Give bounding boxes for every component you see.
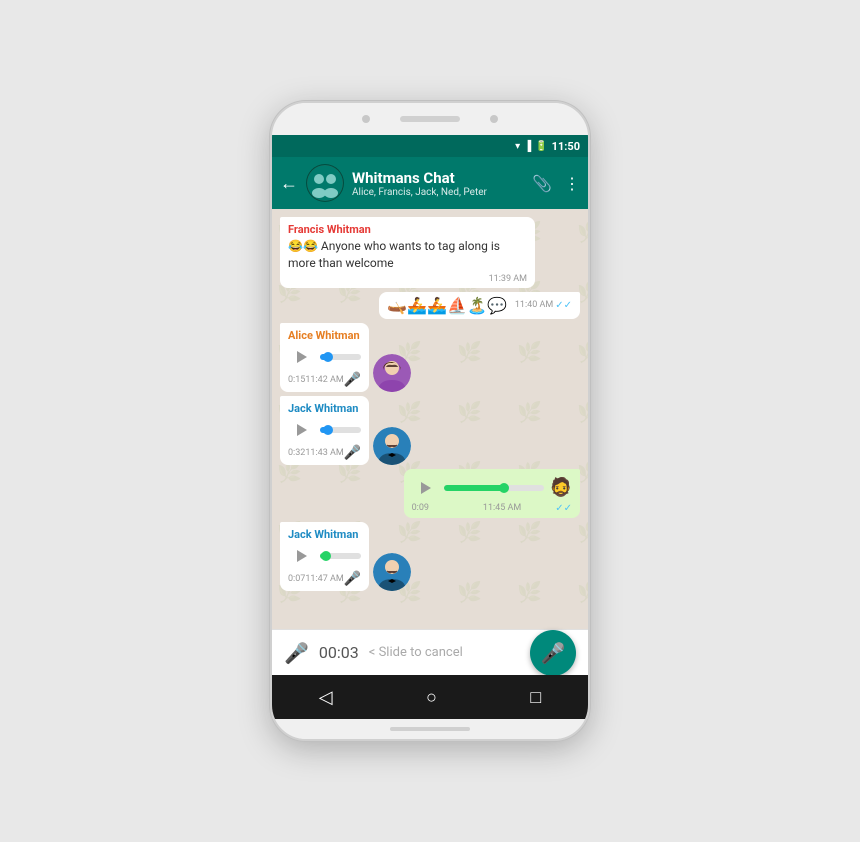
alice-dot [323,352,333,362]
chat-header: ← Whitmans Chat Alice, Francis, Jack, Ne… [272,157,588,209]
jack-avatar-1 [373,427,411,465]
phone-camera-2 [490,115,498,123]
recording-time: 00:03 [319,643,359,662]
signal-icon: ▐ [524,141,531,152]
jack-audio-message-2: Jack Whitman 0:07 11:47 AM 🎤 [280,522,411,591]
sent-audio-bubble: 🧔 0:09 11:45 AM ✓✓ [404,469,580,518]
jack-waveform-2 [320,553,361,559]
phone-speaker [400,116,460,122]
jack-duration-2: 0:07 [288,574,305,584]
jack-audio-bubble-2: Jack Whitman 0:07 11:47 AM 🎤 [280,522,369,591]
sent-time: 11:45 AM [483,503,521,513]
sent-avatar-emoji: 🧔 [550,477,572,498]
jack-audio-row-2 [288,543,361,569]
alice-time: 11:42 AM [305,375,343,385]
chat-subtitle: Alice, Francis, Jack, Ned, Peter [352,187,524,198]
jack-audio-message-1: Jack Whitman 0:32 11:43 AM 🎤 [280,396,411,465]
alice-audio-info: 0:15 11:42 AM 🎤 [288,372,361,388]
mic-fab-button[interactable]: 🎤 [530,630,576,676]
phone-bottom [272,719,588,739]
alice-play-button[interactable] [288,344,314,370]
jack-sender-name-1: Jack Whitman [288,402,361,415]
chat-messages: Francis Whitman 😂😂 Anyone who wants to t… [272,209,588,629]
jack-dot-2 [321,551,331,561]
emoji-message: 🛶🚣🚣⛵🏝️💬 11:40 AM ✓✓ [379,292,580,319]
alice-waveform [320,354,361,360]
record-mic-icon: 🎤 [284,641,309,665]
jack-audio-bubble-1: Jack Whitman 0:32 11:43 AM 🎤 [280,396,369,465]
status-icons: ▾ ▐ 🔋 11:50 [515,140,580,153]
check-marks: ✓✓ [555,300,572,311]
sent-audio-row: 🧔 [412,475,572,501]
status-bar: ▾ ▐ 🔋 11:50 [272,135,588,157]
jack-mic-icon-1: 🎤 [344,445,361,461]
status-time: 11:50 [552,140,580,153]
message-text: 😂😂 Anyone who wants to tag along is more… [288,238,527,272]
phone-camera [362,115,370,123]
alice-audio-message: Alice Whitman 0:15 11:42 AM 🎤 [280,323,411,392]
alice-avatar [373,354,411,392]
sent-audio-info: 0:09 11:45 AM ✓✓ [412,503,572,514]
sent-duration: 0:09 [412,503,429,513]
jack-audio-info-2: 0:07 11:47 AM 🎤 [288,571,361,587]
alice-mic-icon: 🎤 [344,372,361,388]
sent-dot [499,483,509,493]
header-icons: 📎 ⋮ [532,174,580,193]
jack-audio-info-1: 0:32 11:43 AM 🎤 [288,445,361,461]
nav-home-icon[interactable]: ○ [426,687,437,708]
nav-bar: ◁ ○ □ [272,675,588,719]
alice-play-icon [297,351,307,363]
alice-duration: 0:15 [288,375,305,385]
phone-bottom-bar [390,727,470,731]
jack-play-button-1[interactable] [288,417,314,443]
group-avatar [306,164,344,202]
sent-progress [444,485,504,491]
jack-time-2: 11:47 AM [305,574,343,584]
alice-audio-row [288,344,361,370]
jack-play-icon-1 [297,424,307,436]
menu-icon[interactable]: ⋮ [564,174,580,193]
jack-duration-1: 0:32 [288,448,305,458]
alice-sender-name: Alice Whitman [288,329,361,342]
jack-avatar-2 [373,553,411,591]
nav-recents-icon[interactable]: □ [530,687,541,708]
phone-top [272,103,588,135]
slide-to-cancel: < Slide to cancel [369,645,520,660]
back-button[interactable]: ← [280,173,298,194]
jack-sender-name-2: Jack Whitman [288,528,361,541]
sent-play-icon [421,482,431,494]
chat-info: Whitmans Chat Alice, Francis, Jack, Ned,… [352,169,524,198]
chat-title: Whitmans Chat [352,169,524,187]
voice-recording-bar: 🎤 00:03 < Slide to cancel 🎤 [272,629,588,675]
nav-back-icon[interactable]: ◁ [319,687,333,708]
jack-audio-row-1 [288,417,361,443]
sender-name: Francis Whitman [288,223,527,236]
sent-waveform [444,485,544,491]
battery-icon: 🔋 [535,141,547,152]
jack-mic-icon-2: 🎤 [344,571,361,587]
jack-play-button-2[interactable] [288,543,314,569]
message-bubble: Francis Whitman 😂😂 Anyone who wants to t… [280,217,535,288]
group-avatar-inner [307,165,343,201]
message-time: 11:39 AM [288,274,527,284]
wifi-icon: ▾ [515,141,520,152]
jack-play-icon-2 [297,550,307,562]
emoji-time: 11:40 AM [515,300,553,310]
phone-frame: ▾ ▐ 🔋 11:50 ← [270,101,590,741]
alice-audio-bubble: Alice Whitman 0:15 11:42 AM 🎤 [280,323,369,392]
sent-play-button[interactable] [412,475,438,501]
sent-audio-message: 🧔 0:09 11:45 AM ✓✓ [404,469,580,518]
emoji-content: 🛶🚣🚣⛵🏝️💬 [387,296,507,315]
attach-icon[interactable]: 📎 [532,174,552,193]
jack-waveform-1 [320,427,361,433]
jack-time-1: 11:43 AM [305,448,343,458]
sent-checks: ✓✓ [555,503,572,514]
mic-fab-icon: 🎤 [541,641,566,665]
phone-screen: ▾ ▐ 🔋 11:50 ← [272,135,588,719]
jack-dot-1 [323,425,333,435]
